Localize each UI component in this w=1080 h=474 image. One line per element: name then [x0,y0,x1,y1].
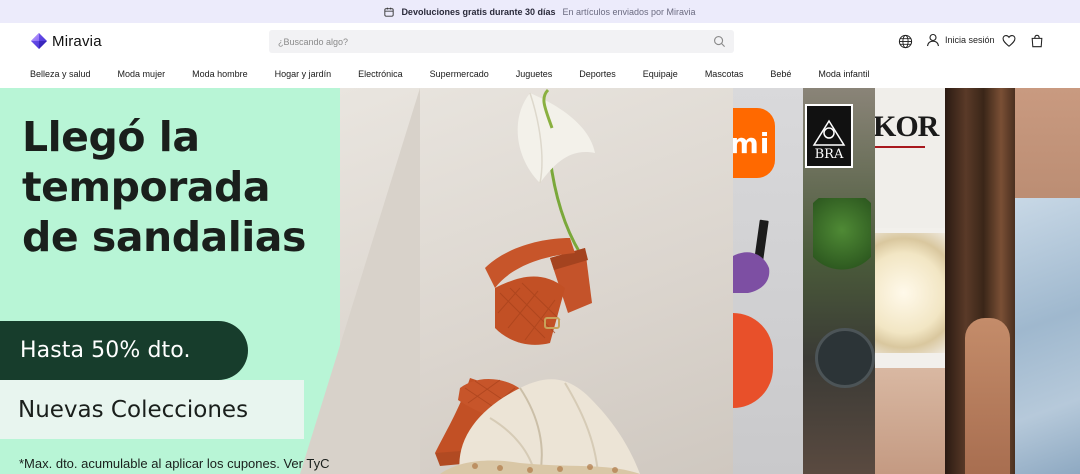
terms-disclaimer[interactable]: *Max. dto. acumulable al aplicar los cup… [19,456,329,471]
kor-logo-underline [875,146,925,148]
category-juguetes[interactable]: Juguetes [516,69,553,79]
logo-text: Miravia [52,32,102,50]
headline-line-3: de sandalias [22,213,306,261]
category-belleza-salud[interactable]: Belleza y salud [30,69,91,79]
header: Miravia Inicia sesión [0,23,1080,61]
bra-emblem-icon [812,119,846,146]
discount-badge: Hasta 50% dto. [0,321,248,380]
sandal-product-image [435,88,640,474]
hand-image [875,368,945,474]
category-bebe[interactable]: Bebé [770,69,791,79]
hero-banner[interactable]: Llegó la temporada de sandalias Hasta 50… [0,88,1080,474]
category-hogar-jardin[interactable]: Hogar y jardín [275,69,332,79]
category-supermercado[interactable]: Supermercado [430,69,489,79]
headline-line-2: temporada [22,163,271,211]
bra-logo: BRA [805,104,853,168]
user-icon [926,33,940,47]
flower-image [875,233,945,353]
login-button[interactable]: Inicia sesión [926,33,995,47]
category-equipaje[interactable]: Equipaje [643,69,678,79]
xiaomi-device-image [733,219,770,293]
login-label: Inicia sesión [945,35,995,45]
plant-image [813,198,871,278]
promo-bar[interactable]: Devoluciones gratis durante 30 días En a… [0,0,1080,23]
heart-icon[interactable] [1002,34,1016,48]
portrait-face [965,318,1010,474]
brand-strip-fashion[interactable] [1015,88,1080,474]
category-electronica[interactable]: Electrónica [358,69,403,79]
pot-image [815,328,875,388]
category-deportes[interactable]: Deportes [579,69,616,79]
promo-bold-text: Devoluciones gratis durante 30 días [401,6,556,17]
category-moda-hombre[interactable]: Moda hombre [192,69,248,79]
denim-shirt-image [1015,198,1080,474]
miravia-logo[interactable]: Miravia [30,32,102,50]
miravia-logo-icon [31,33,47,49]
calendar-icon [384,7,395,17]
promo-light-text: En artículos enviados por Miravia [562,6,696,17]
search-input[interactable] [278,36,698,47]
banner-headline: Llegó la temporada de sandalias [22,112,342,262]
bra-logo-text: BRA [814,147,844,162]
search-bar[interactable] [269,30,734,53]
sandals-promo-slide[interactable]: Llegó la temporada de sandalias Hasta 50… [0,88,733,474]
category-moda-infantil[interactable]: Moda infantil [818,69,869,79]
shopping-bag-icon[interactable] [1030,34,1044,48]
xiaomi-logo-text: mi [733,126,771,160]
search-icon[interactable] [713,35,726,48]
brand-strip-kor[interactable]: KOR [875,88,945,474]
new-collections-label: Nuevas Colecciones [0,380,304,439]
category-moda-mujer[interactable]: Moda mujer [118,69,166,79]
brand-strip-xiaomi[interactable]: mi [733,88,803,474]
headline-line-1: Llegó la [22,113,200,161]
category-mascotas[interactable]: Mascotas [705,69,744,79]
kor-logo: KOR [875,110,939,143]
brand-strip-portrait[interactable] [945,88,1015,474]
globe-icon[interactable] [898,34,913,49]
brand-strip-bra[interactable]: BRA [803,88,875,474]
xiaomi-logo: mi [733,108,775,178]
category-nav: Belleza y salud Moda mujer Moda hombre H… [30,61,869,86]
